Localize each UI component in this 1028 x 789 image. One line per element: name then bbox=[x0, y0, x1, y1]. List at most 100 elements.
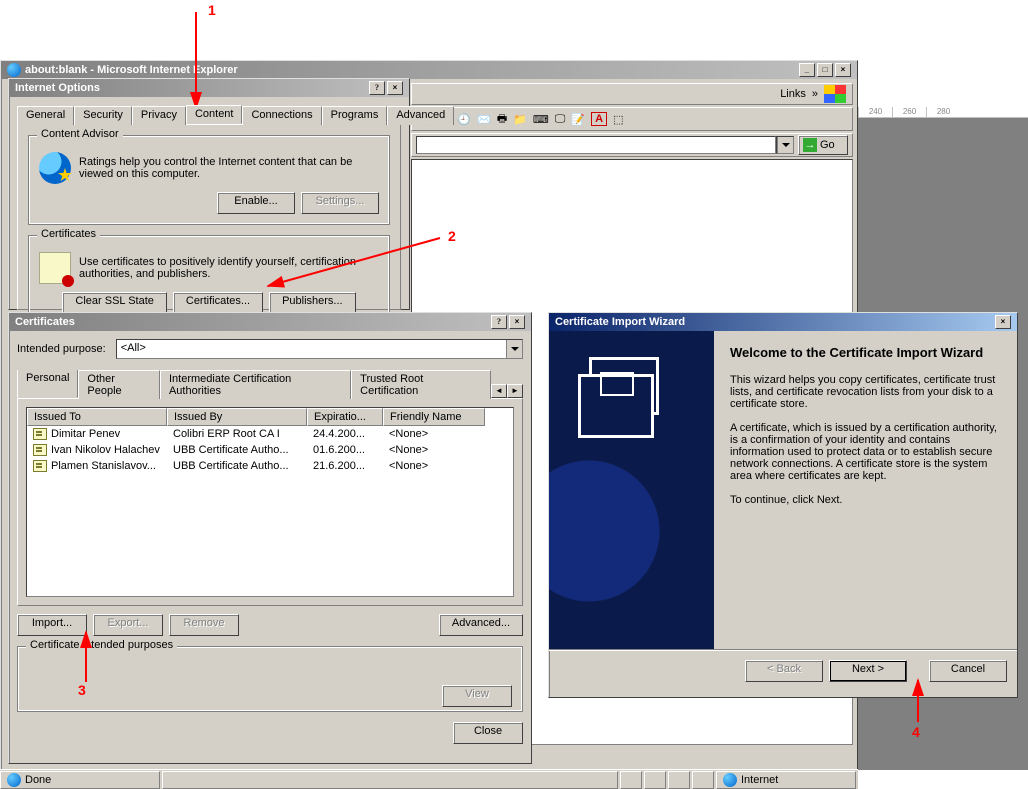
ie-std-toolbar[interactable]: 🔍 ⭐ 🕘 ✉️ 🖶 📁 ⌨ 🖵 📝 A ⬚ bbox=[411, 107, 853, 131]
tab-advanced[interactable]: Advanced bbox=[387, 106, 454, 125]
tab-privacy[interactable]: Privacy bbox=[132, 106, 186, 125]
tab-other-people[interactable]: Other People bbox=[78, 370, 160, 399]
ie-statusbar: Done Internet bbox=[0, 769, 858, 789]
content-advisor-text: Ratings help you control the Internet co… bbox=[79, 156, 379, 180]
internet-options-title: Internet Options bbox=[15, 82, 100, 94]
table-cell: Ivan Nikolov Halachev bbox=[27, 443, 167, 457]
address-dropdown[interactable] bbox=[776, 136, 794, 154]
toolbar-icon[interactable]: ⬚ bbox=[613, 113, 623, 126]
close-button[interactable]: × bbox=[509, 315, 525, 329]
toolbar-icon[interactable]: ✉️ bbox=[477, 113, 491, 126]
enable-button[interactable]: Enable... bbox=[217, 192, 295, 214]
tab-personal[interactable]: Personal bbox=[17, 370, 78, 398]
tab-scroll-left[interactable]: ◄ bbox=[491, 384, 507, 398]
toolbar-icon[interactable]: 📁 bbox=[513, 113, 527, 126]
cancel-button[interactable]: Cancel bbox=[929, 660, 1007, 682]
toolbar-icon[interactable]: 🖵 bbox=[555, 113, 566, 126]
back-button: < Back bbox=[745, 660, 823, 682]
table-row[interactable]: Ivan Nikolov HalachevUBB Certificate Aut… bbox=[27, 442, 513, 458]
annotation-3: 3 bbox=[78, 682, 86, 698]
table-cell: <None> bbox=[383, 459, 485, 473]
publishers-button[interactable]: Publishers... bbox=[269, 292, 356, 314]
table-cell: 21.6.200... bbox=[307, 459, 383, 473]
wizard-p3: To continue, click Next. bbox=[730, 494, 1001, 506]
wizard-p1: This wizard helps you copy certificates,… bbox=[730, 374, 1001, 410]
go-button[interactable]: → Go bbox=[798, 135, 848, 155]
ruler: 240 260 280 bbox=[858, 100, 1028, 118]
toolbar-icon[interactable]: 🖶 bbox=[497, 110, 507, 129]
table-cell: <None> bbox=[383, 443, 485, 457]
intended-purpose-combo[interactable]: <All> bbox=[116, 339, 523, 359]
certificate-icon bbox=[39, 252, 71, 284]
column-header[interactable]: Expiratio... bbox=[307, 408, 383, 426]
wizard-graphic-icon bbox=[589, 357, 659, 415]
column-header[interactable]: Issued To bbox=[27, 408, 167, 426]
certificates-text: Use certificates to positively identify … bbox=[79, 256, 379, 280]
windows-flag-icon bbox=[824, 85, 846, 103]
internet-options-titlebar[interactable]: Internet Options × bbox=[9, 79, 409, 97]
tab-intermediate-certification-authorities[interactable]: Intermediate Certification Authorities bbox=[160, 370, 351, 399]
help-button[interactable] bbox=[491, 315, 507, 329]
group-legend: Certificate intended purposes bbox=[26, 639, 177, 651]
toolbar-icon[interactable]: 📝 bbox=[571, 113, 585, 126]
help-button[interactable] bbox=[369, 81, 385, 95]
table-row[interactable]: Plamen Stanislavov...UBB Certificate Aut… bbox=[27, 458, 513, 474]
tab-scroll-right[interactable]: ► bbox=[507, 384, 523, 398]
import-button[interactable]: Import... bbox=[17, 614, 87, 636]
status-done: Done bbox=[25, 774, 51, 786]
export-button: Export... bbox=[93, 614, 163, 636]
certificates-button[interactable]: Certificates... bbox=[173, 292, 263, 314]
chevron-right-icon[interactable]: » bbox=[812, 88, 818, 100]
go-label: Go bbox=[820, 139, 835, 151]
content-advisor-group: Content Advisor ★ Ratings help you contr… bbox=[28, 135, 390, 225]
close-dialog-button[interactable]: Close bbox=[453, 722, 523, 744]
certificates-title: Certificates bbox=[15, 316, 75, 328]
advanced-button[interactable]: Advanced... bbox=[439, 614, 523, 636]
done-icon bbox=[7, 773, 21, 787]
tab-content[interactable]: Content bbox=[186, 105, 243, 124]
tab-programs[interactable]: Programs bbox=[322, 106, 388, 125]
annotation-4: 4 bbox=[912, 724, 920, 740]
certificates-titlebar[interactable]: Certificates × bbox=[9, 313, 531, 331]
annotation-1: 1 bbox=[208, 2, 216, 18]
close-button[interactable]: × bbox=[835, 63, 851, 77]
group-legend: Certificates bbox=[37, 228, 100, 240]
links-label: Links bbox=[780, 88, 806, 100]
table-cell: 24.4.200... bbox=[307, 427, 383, 441]
ie-icon bbox=[7, 63, 21, 77]
intended-purpose-value: <All> bbox=[117, 340, 506, 358]
certificates-dialog: Certificates × Intended purpose: <All> P… bbox=[8, 312, 532, 764]
tab-connections[interactable]: Connections bbox=[242, 106, 321, 125]
tab-trusted-root-certification[interactable]: Trusted Root Certification bbox=[351, 370, 491, 399]
address-input[interactable] bbox=[416, 136, 776, 154]
next-button[interactable]: Next > bbox=[829, 660, 907, 682]
content-advisor-icon: ★ bbox=[39, 152, 71, 184]
certificates-tabs: PersonalOther PeopleIntermediate Certifi… bbox=[17, 370, 491, 399]
wizard-title: Certificate Import Wizard bbox=[555, 316, 685, 328]
table-row[interactable]: Dimitar PenevColibri ERP Root CA I24.4.2… bbox=[27, 426, 513, 442]
maximize-button[interactable]: □ bbox=[817, 63, 833, 77]
table-cell: Colibri ERP Root CA I bbox=[167, 427, 307, 441]
table-cell: 01.6.200... bbox=[307, 443, 383, 457]
wizard-dialog: Certificate Import Wizard × Welcome to t… bbox=[548, 312, 1018, 698]
close-button[interactable]: × bbox=[387, 81, 403, 95]
ie-titlebar[interactable]: about:blank - Microsoft Internet Explore… bbox=[1, 61, 857, 79]
close-button[interactable]: × bbox=[995, 315, 1011, 329]
tab-security[interactable]: Security bbox=[74, 106, 132, 125]
toolbar-icon[interactable]: 🕘 bbox=[457, 113, 471, 126]
clear-ssl-button[interactable]: Clear SSL State bbox=[62, 292, 166, 314]
toolbar-icon[interactable]: ⌨ bbox=[533, 113, 549, 126]
ie-address-bar[interactable]: → Go bbox=[411, 133, 853, 157]
table-cell: UBB Certificate Autho... bbox=[167, 459, 307, 473]
intended-purpose-label: Intended purpose: bbox=[17, 343, 106, 355]
tab-general[interactable]: General bbox=[17, 106, 74, 125]
chevron-down-icon[interactable] bbox=[506, 340, 522, 358]
certificate-row-icon bbox=[33, 428, 47, 440]
wizard-titlebar[interactable]: Certificate Import Wizard × bbox=[549, 313, 1017, 331]
go-icon: → bbox=[803, 138, 817, 152]
column-header[interactable]: Friendly Name bbox=[383, 408, 485, 426]
column-header[interactable]: Issued By bbox=[167, 408, 307, 426]
toolbar-icon[interactable]: A bbox=[591, 112, 607, 126]
certificates-listview[interactable]: Issued ToIssued ByExpiratio...Friendly N… bbox=[26, 407, 514, 597]
minimize-button[interactable]: _ bbox=[799, 63, 815, 77]
